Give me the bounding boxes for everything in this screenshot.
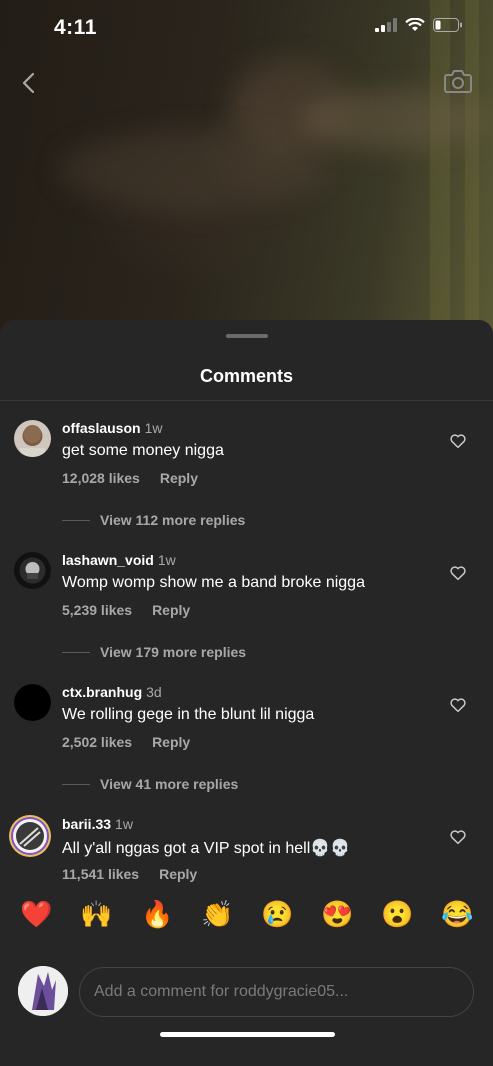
emoji-reaction-bar: ❤️ 🙌 🔥 👏 😢 😍 😮 😂 <box>0 898 493 968</box>
comment-username[interactable]: ctx.branhug <box>62 684 142 700</box>
status-bar: 4:11 <box>0 0 493 56</box>
comment-time: 1w <box>115 816 133 832</box>
avatar[interactable] <box>8 814 52 858</box>
comment-time: 1w <box>157 552 176 568</box>
chevron-left-icon <box>22 72 35 94</box>
reply-button[interactable]: Reply <box>160 470 198 486</box>
comment-text: Womp womp show me a band broke nigga <box>62 574 365 591</box>
avatar[interactable] <box>14 552 51 589</box>
comment-header: lashawn_void 1w <box>62 552 176 568</box>
header-divider <box>0 400 493 401</box>
comment-header: offaslauson 1w <box>62 420 162 436</box>
replies-line <box>62 783 90 785</box>
heart-icon[interactable] <box>449 564 467 582</box>
view-replies-label: View 179 more replies <box>100 644 247 660</box>
reply-button[interactable]: Reply <box>159 866 197 882</box>
comment-meta: 5,239 likes Reply <box>62 602 190 618</box>
comment-item: ctx.branhug 3d We rolling gege in the blu… <box>0 684 493 816</box>
status-time: 4:11 <box>54 16 97 39</box>
battery-icon <box>433 18 462 32</box>
emoji-fire[interactable]: 🔥 <box>141 898 173 930</box>
emoji-heart[interactable]: ❤️ <box>20 898 52 930</box>
comment-time: 1w <box>144 420 163 436</box>
comment-meta: 12,028 likes Reply <box>62 470 198 486</box>
comment-likes[interactable]: 5,239 likes <box>62 602 132 618</box>
emoji-raised-hands[interactable]: 🙌 <box>80 898 112 930</box>
comment-item: lashawn_void 1w Womp womp show me a band … <box>0 552 493 684</box>
replies-line <box>62 519 90 521</box>
camera-icon <box>444 70 472 93</box>
comment-likes[interactable]: 2,502 likes <box>62 734 132 750</box>
emoji-clap[interactable]: 👏 <box>201 898 233 930</box>
home-indicator[interactable] <box>160 1032 335 1037</box>
avatar[interactable] <box>14 684 51 721</box>
comment-likes[interactable]: 11,541 likes <box>62 866 139 882</box>
comment-username[interactable]: lashawn_void <box>62 552 154 568</box>
comment-text: All y'all nggas got a VIP spot in hell💀💀 <box>62 840 351 857</box>
comment-item: offaslauson 1w get some money nigga 12,02… <box>0 420 493 552</box>
emoji-surprised[interactable]: 😮 <box>381 898 413 930</box>
current-user-avatar <box>18 966 68 1016</box>
comment-header: ctx.branhug 3d <box>62 684 162 700</box>
heart-icon[interactable] <box>449 432 467 450</box>
emoji-crying[interactable]: 😢 <box>261 898 293 930</box>
comment-meta: 2,502 likes Reply <box>62 734 190 750</box>
sheet-title: Comments <box>199 366 293 386</box>
camera-button[interactable] <box>443 66 475 98</box>
comment-text: get some money nigga <box>62 442 224 459</box>
sheet-grabber[interactable] <box>226 334 268 338</box>
status-icons <box>375 18 463 32</box>
heart-icon[interactable] <box>449 828 467 846</box>
view-replies-button[interactable]: View 112 more replies <box>62 512 245 528</box>
heart-icon[interactable] <box>449 696 467 714</box>
signal-icon <box>375 18 397 32</box>
comment-username[interactable]: offaslauson <box>62 420 141 436</box>
reply-button[interactable]: Reply <box>152 602 190 618</box>
comment-text: We rolling gege in the blunt lil nigga <box>62 706 315 723</box>
reply-button[interactable]: Reply <box>152 734 190 750</box>
replies-line <box>62 651 90 653</box>
comment-username[interactable]: barii.33 <box>62 816 111 832</box>
wifi-icon <box>405 18 425 31</box>
view-replies-label: View 112 more replies <box>100 512 246 528</box>
view-replies-button[interactable]: View 179 more replies <box>62 644 246 660</box>
view-replies-button[interactable]: View 41 more replies <box>62 776 238 792</box>
comments-sheet: Comments offaslauson 1w get some money ni… <box>0 320 493 1066</box>
back-button[interactable] <box>16 66 40 100</box>
emoji-heart-eyes[interactable]: 😍 <box>321 898 353 930</box>
comment-input[interactable] <box>79 967 474 1017</box>
view-replies-label: View 41 more replies <box>100 776 239 792</box>
comment-time: 3d <box>146 684 162 700</box>
emoji-laughing[interactable]: 😂 <box>441 898 473 930</box>
comment-header: barii.33 1w <box>62 816 133 832</box>
comment-meta: 11,541 likes Reply <box>62 866 197 882</box>
avatar[interactable] <box>14 420 51 457</box>
comment-likes[interactable]: 12,028 likes <box>62 470 140 486</box>
